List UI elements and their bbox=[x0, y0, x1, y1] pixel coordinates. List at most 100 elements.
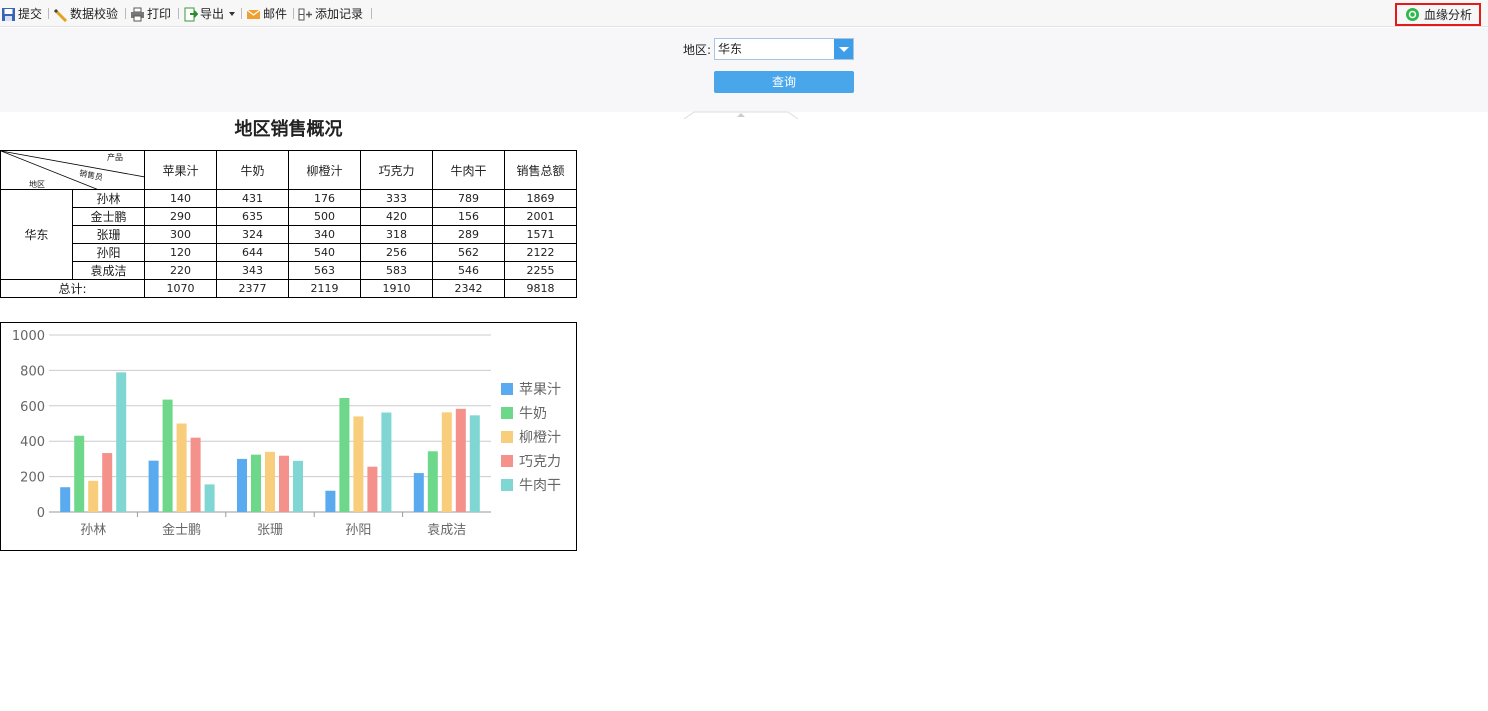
bar bbox=[427, 451, 438, 512]
email-button[interactable]: 邮件 bbox=[246, 5, 287, 23]
value-cell: 789 bbox=[432, 189, 505, 208]
bar bbox=[339, 398, 350, 512]
sales-table: 产品 销售员 地区 苹果汁 牛奶 柳橙汁 巧克力 牛肉干 销售总额 华东 孙林 … bbox=[0, 150, 577, 298]
bar bbox=[162, 399, 173, 512]
legend-swatch bbox=[501, 479, 513, 491]
chevron-down-icon[interactable] bbox=[834, 39, 853, 59]
total-label: 总计: bbox=[0, 279, 145, 298]
data-validate-button[interactable]: 数据校验 bbox=[53, 5, 118, 23]
toolbar-divider bbox=[371, 8, 372, 19]
region-cell: 华东 bbox=[0, 189, 73, 280]
value-cell: 583 bbox=[360, 261, 433, 280]
total-cell: 2342 bbox=[432, 279, 505, 298]
bar bbox=[116, 372, 127, 512]
value-cell: 290 bbox=[144, 207, 217, 226]
bar bbox=[102, 453, 113, 512]
y-tick-label: 0 bbox=[37, 506, 45, 521]
value-cell: 156 bbox=[432, 207, 505, 226]
value-cell: 120 bbox=[144, 243, 217, 262]
bar bbox=[353, 416, 364, 512]
bar bbox=[413, 473, 424, 512]
bar bbox=[190, 437, 201, 512]
table-row: 孙阳 120 644 540 256 562 2122 bbox=[1, 243, 577, 262]
toolbar-divider bbox=[178, 8, 179, 19]
table-row: 袁成洁 220 343 563 583 546 2255 bbox=[1, 261, 577, 280]
table-row: 张珊 300 324 340 318 289 1571 bbox=[1, 225, 577, 244]
add-row-icon bbox=[298, 7, 313, 22]
bar-chart-svg: 0 200 400 600 800 1000 孙林 金士鹏 张珊 孙阳 袁成洁 苹果汁牛奶柳橙汁巧克力… bbox=[12, 329, 561, 538]
salesperson-cell: 金士鹏 bbox=[72, 207, 145, 226]
add-record-button[interactable]: 添加记录 bbox=[298, 5, 363, 23]
corner-region-label: 地区 bbox=[29, 180, 45, 189]
query-button[interactable]: 查询 bbox=[714, 71, 854, 93]
table-row: 华东 孙林 140 431 176 333 789 1869 bbox=[0, 189, 577, 280]
total-cell: 2119 bbox=[288, 279, 361, 298]
submit-button[interactable]: 提交 bbox=[1, 5, 42, 23]
y-tick-label: 600 bbox=[20, 400, 45, 415]
value-cell: 140 bbox=[144, 189, 217, 208]
print-label: 打印 bbox=[147, 7, 172, 21]
column-header: 销售总额 bbox=[504, 150, 577, 190]
bar bbox=[381, 412, 392, 512]
bar bbox=[60, 487, 71, 512]
total-row: 总计: 1070 2377 2119 1910 2342 9818 bbox=[0, 279, 577, 298]
value-cell: 2001 bbox=[504, 207, 577, 226]
value-cell: 644 bbox=[216, 243, 289, 262]
collapse-panel-toggle[interactable] bbox=[683, 104, 799, 120]
bar bbox=[237, 458, 247, 512]
salesperson-cell: 袁成洁 bbox=[72, 261, 145, 280]
x-category-label: 孙林 bbox=[80, 523, 106, 538]
bar bbox=[293, 460, 303, 512]
legend-label: 巧克力 bbox=[519, 454, 561, 470]
export-button[interactable]: 导出 bbox=[183, 5, 236, 23]
export-label: 导出 bbox=[200, 7, 225, 21]
x-category-label: 张珊 bbox=[257, 523, 283, 538]
value-cell: 324 bbox=[216, 225, 289, 244]
submit-label: 提交 bbox=[18, 7, 43, 21]
value-cell: 340 bbox=[288, 225, 361, 244]
bar bbox=[455, 408, 466, 512]
value-cell: 333 bbox=[360, 189, 433, 208]
value-cell: 220 bbox=[144, 261, 217, 280]
bar bbox=[176, 423, 187, 512]
salesperson-cell: 孙阳 bbox=[72, 243, 145, 262]
region-value: 华东 bbox=[718, 42, 743, 56]
value-cell: 500 bbox=[288, 207, 361, 226]
legend-swatch bbox=[501, 407, 513, 419]
salesperson-cell: 张珊 bbox=[72, 225, 145, 244]
lineage-analysis-label: 血缘分析 bbox=[1424, 8, 1473, 22]
value-cell: 635 bbox=[216, 207, 289, 226]
region-select[interactable]: 华东 bbox=[714, 38, 854, 60]
toolbar-divider bbox=[48, 8, 49, 19]
column-header: 牛肉干 bbox=[432, 150, 505, 190]
salesperson-cell: 孙林 bbox=[72, 189, 145, 208]
table-row: 金士鹏 290 635 500 420 156 2001 bbox=[1, 207, 577, 226]
bar bbox=[204, 484, 215, 512]
value-cell: 431 bbox=[216, 189, 289, 208]
parameter-panel: 地区: 华东 查询 bbox=[0, 28, 1488, 120]
bar bbox=[441, 412, 452, 512]
save-icon bbox=[1, 7, 16, 22]
print-button[interactable]: 打印 bbox=[130, 5, 171, 23]
bar bbox=[367, 466, 378, 512]
legend-label: 柳橙汁 bbox=[519, 429, 561, 446]
value-cell: 1869 bbox=[504, 189, 577, 208]
value-cell: 289 bbox=[432, 225, 505, 244]
toolbar-divider bbox=[125, 8, 126, 19]
toolbar-divider bbox=[241, 8, 242, 19]
envelope-icon bbox=[246, 7, 261, 22]
toolbar: 提交 数据校验 打印 导出 邮件 添加记录 血缘分析 bbox=[0, 0, 1488, 27]
legend-swatch bbox=[501, 383, 513, 395]
legend-swatch bbox=[501, 431, 513, 443]
legend-swatch bbox=[501, 455, 513, 467]
lineage-analysis-button[interactable]: 血缘分析 bbox=[1395, 3, 1481, 26]
value-cell: 1571 bbox=[504, 225, 577, 244]
total-cell: 2377 bbox=[216, 279, 289, 298]
bar bbox=[148, 460, 159, 512]
table-header-row: 产品 销售员 地区 苹果汁 牛奶 柳橙汁 巧克力 牛肉干 销售总额 bbox=[0, 150, 577, 190]
diagonal-header-cell: 产品 销售员 地区 bbox=[0, 150, 145, 190]
bar bbox=[469, 415, 480, 512]
sales-chart: 0 200 400 600 800 1000 孙林 金士鹏 张珊 孙阳 袁成洁 苹果汁 牛奶 柳橙汁 巧克力… bbox=[0, 322, 577, 551]
value-cell: 256 bbox=[360, 243, 433, 262]
column-header: 牛奶 bbox=[216, 150, 289, 190]
